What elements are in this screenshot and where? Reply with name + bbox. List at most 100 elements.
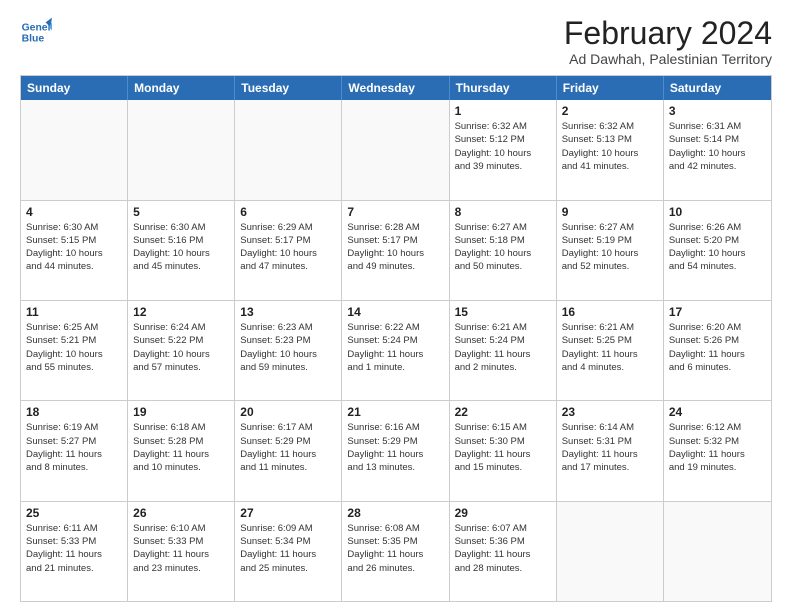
page: General Blue February 2024 Ad Dawhah, Pa…: [0, 0, 792, 612]
calendar-cell: 4 Sunrise: 6:30 AM Sunset: 5:15 PM Daylig…: [21, 201, 128, 300]
day-number: 3: [669, 104, 766, 118]
calendar-cell: [557, 502, 664, 601]
calendar-cell: 15 Sunrise: 6:21 AM Sunset: 5:24 PM Dayli…: [450, 301, 557, 400]
day-number: 8: [455, 205, 551, 219]
calendar-cell: 23Sunrise: 6:14 AM Sunset: 5:31 PM Dayli…: [557, 401, 664, 500]
day-info: Sunrise: 6:21 AM Sunset: 5:24 PM Dayligh…: [455, 321, 551, 374]
day-number: 11: [26, 305, 122, 319]
day-info: Sunrise: 6:25 AM Sunset: 5:21 PM Dayligh…: [26, 321, 122, 374]
day-info: Sunrise: 6:10 AM Sunset: 5:33 PM Dayligh…: [133, 522, 229, 575]
day-number: 17: [669, 305, 766, 319]
main-title: February 2024: [564, 16, 772, 51]
calendar-body: 1Sunrise: 6:32 AM Sunset: 5:12 PM Daylig…: [21, 100, 771, 601]
day-number: 19: [133, 405, 229, 419]
day-number: 12: [133, 305, 229, 319]
day-number: 4: [26, 205, 122, 219]
day-number: 20: [240, 405, 336, 419]
day-info: Sunrise: 6:09 AM Sunset: 5:34 PM Dayligh…: [240, 522, 336, 575]
calendar-cell: 21 Sunrise: 6:16 AM Sunset: 5:29 PM Dayli…: [342, 401, 449, 500]
calendar-week-5: 25 Sunrise: 6:11 AM Sunset: 5:33 PM Dayli…: [21, 502, 771, 601]
day-number: 18: [26, 405, 122, 419]
calendar-cell: 16Sunrise: 6:21 AM Sunset: 5:25 PM Dayli…: [557, 301, 664, 400]
day-info: Sunrise: 6:20 AM Sunset: 5:26 PM Dayligh…: [669, 321, 766, 374]
subtitle: Ad Dawhah, Palestinian Territory: [564, 51, 772, 67]
calendar-cell: 24 Sunrise: 6:12 AM Sunset: 5:32 PM Dayli…: [664, 401, 771, 500]
day-number: 24: [669, 405, 766, 419]
calendar-cell: 17 Sunrise: 6:20 AM Sunset: 5:26 PM Dayli…: [664, 301, 771, 400]
calendar-cell: 27Sunrise: 6:09 AM Sunset: 5:34 PM Dayli…: [235, 502, 342, 601]
day-info: Sunrise: 6:16 AM Sunset: 5:29 PM Dayligh…: [347, 421, 443, 474]
header-day-monday: Monday: [128, 76, 235, 100]
day-number: 2: [562, 104, 658, 118]
header: General Blue February 2024 Ad Dawhah, Pa…: [20, 16, 772, 67]
header-day-saturday: Saturday: [664, 76, 771, 100]
calendar-cell: 28 Sunrise: 6:08 AM Sunset: 5:35 PM Dayli…: [342, 502, 449, 601]
logo: General Blue: [20, 16, 52, 48]
day-number: 25: [26, 506, 122, 520]
calendar: SundayMondayTuesdayWednesdayThursdayFrid…: [20, 75, 772, 602]
calendar-cell: 9Sunrise: 6:27 AM Sunset: 5:19 PM Daylig…: [557, 201, 664, 300]
day-info: Sunrise: 6:23 AM Sunset: 5:23 PM Dayligh…: [240, 321, 336, 374]
calendar-cell: [235, 100, 342, 199]
day-info: Sunrise: 6:11 AM Sunset: 5:33 PM Dayligh…: [26, 522, 122, 575]
day-number: 23: [562, 405, 658, 419]
day-number: 13: [240, 305, 336, 319]
calendar-cell: [342, 100, 449, 199]
day-number: 6: [240, 205, 336, 219]
day-number: 21: [347, 405, 443, 419]
calendar-cell: 11 Sunrise: 6:25 AM Sunset: 5:21 PM Dayli…: [21, 301, 128, 400]
header-day-sunday: Sunday: [21, 76, 128, 100]
calendar-cell: 10 Sunrise: 6:26 AM Sunset: 5:20 PM Dayli…: [664, 201, 771, 300]
day-info: Sunrise: 6:22 AM Sunset: 5:24 PM Dayligh…: [347, 321, 443, 374]
day-info: Sunrise: 6:30 AM Sunset: 5:15 PM Dayligh…: [26, 221, 122, 274]
day-info: Sunrise: 6:17 AM Sunset: 5:29 PM Dayligh…: [240, 421, 336, 474]
day-number: 22: [455, 405, 551, 419]
calendar-cell: 26 Sunrise: 6:10 AM Sunset: 5:33 PM Dayli…: [128, 502, 235, 601]
day-number: 28: [347, 506, 443, 520]
calendar-cell: [664, 502, 771, 601]
day-info: Sunrise: 6:24 AM Sunset: 5:22 PM Dayligh…: [133, 321, 229, 374]
svg-text:Blue: Blue: [22, 34, 45, 45]
calendar-cell: 6Sunrise: 6:29 AM Sunset: 5:17 PM Daylig…: [235, 201, 342, 300]
calendar-week-1: 1Sunrise: 6:32 AM Sunset: 5:12 PM Daylig…: [21, 100, 771, 200]
day-number: 15: [455, 305, 551, 319]
day-info: Sunrise: 6:31 AM Sunset: 5:14 PM Dayligh…: [669, 120, 766, 173]
logo-icon: General Blue: [20, 16, 52, 48]
day-number: 14: [347, 305, 443, 319]
calendar-cell: 25 Sunrise: 6:11 AM Sunset: 5:33 PM Dayli…: [21, 502, 128, 601]
day-info: Sunrise: 6:08 AM Sunset: 5:35 PM Dayligh…: [347, 522, 443, 575]
header-day-tuesday: Tuesday: [235, 76, 342, 100]
calendar-cell: 29 Sunrise: 6:07 AM Sunset: 5:36 PM Dayli…: [450, 502, 557, 601]
day-number: 10: [669, 205, 766, 219]
header-day-friday: Friday: [557, 76, 664, 100]
day-info: Sunrise: 6:12 AM Sunset: 5:32 PM Dayligh…: [669, 421, 766, 474]
day-info: Sunrise: 6:18 AM Sunset: 5:28 PM Dayligh…: [133, 421, 229, 474]
day-info: Sunrise: 6:32 AM Sunset: 5:13 PM Dayligh…: [562, 120, 658, 173]
header-day-wednesday: Wednesday: [342, 76, 449, 100]
day-info: Sunrise: 6:28 AM Sunset: 5:17 PM Dayligh…: [347, 221, 443, 274]
day-info: Sunrise: 6:32 AM Sunset: 5:12 PM Dayligh…: [455, 120, 551, 173]
calendar-cell: 12 Sunrise: 6:24 AM Sunset: 5:22 PM Dayli…: [128, 301, 235, 400]
calendar-cell: 5Sunrise: 6:30 AM Sunset: 5:16 PM Daylig…: [128, 201, 235, 300]
calendar-cell: 20 Sunrise: 6:17 AM Sunset: 5:29 PM Dayli…: [235, 401, 342, 500]
day-info: Sunrise: 6:07 AM Sunset: 5:36 PM Dayligh…: [455, 522, 551, 575]
calendar-cell: 19 Sunrise: 6:18 AM Sunset: 5:28 PM Dayli…: [128, 401, 235, 500]
calendar-cell: [128, 100, 235, 199]
day-number: 26: [133, 506, 229, 520]
day-info: Sunrise: 6:26 AM Sunset: 5:20 PM Dayligh…: [669, 221, 766, 274]
day-info: Sunrise: 6:21 AM Sunset: 5:25 PM Dayligh…: [562, 321, 658, 374]
calendar-cell: 22Sunrise: 6:15 AM Sunset: 5:30 PM Dayli…: [450, 401, 557, 500]
day-info: Sunrise: 6:27 AM Sunset: 5:18 PM Dayligh…: [455, 221, 551, 274]
day-info: Sunrise: 6:30 AM Sunset: 5:16 PM Dayligh…: [133, 221, 229, 274]
title-block: February 2024 Ad Dawhah, Palestinian Ter…: [564, 16, 772, 67]
calendar-cell: 13 Sunrise: 6:23 AM Sunset: 5:23 PM Dayli…: [235, 301, 342, 400]
calendar-week-2: 4 Sunrise: 6:30 AM Sunset: 5:15 PM Daylig…: [21, 201, 771, 301]
day-number: 9: [562, 205, 658, 219]
calendar-header: SundayMondayTuesdayWednesdayThursdayFrid…: [21, 76, 771, 100]
calendar-cell: 14 Sunrise: 6:22 AM Sunset: 5:24 PM Dayli…: [342, 301, 449, 400]
calendar-cell: [21, 100, 128, 199]
header-day-thursday: Thursday: [450, 76, 557, 100]
calendar-cell: 18 Sunrise: 6:19 AM Sunset: 5:27 PM Dayli…: [21, 401, 128, 500]
day-info: Sunrise: 6:19 AM Sunset: 5:27 PM Dayligh…: [26, 421, 122, 474]
day-number: 29: [455, 506, 551, 520]
